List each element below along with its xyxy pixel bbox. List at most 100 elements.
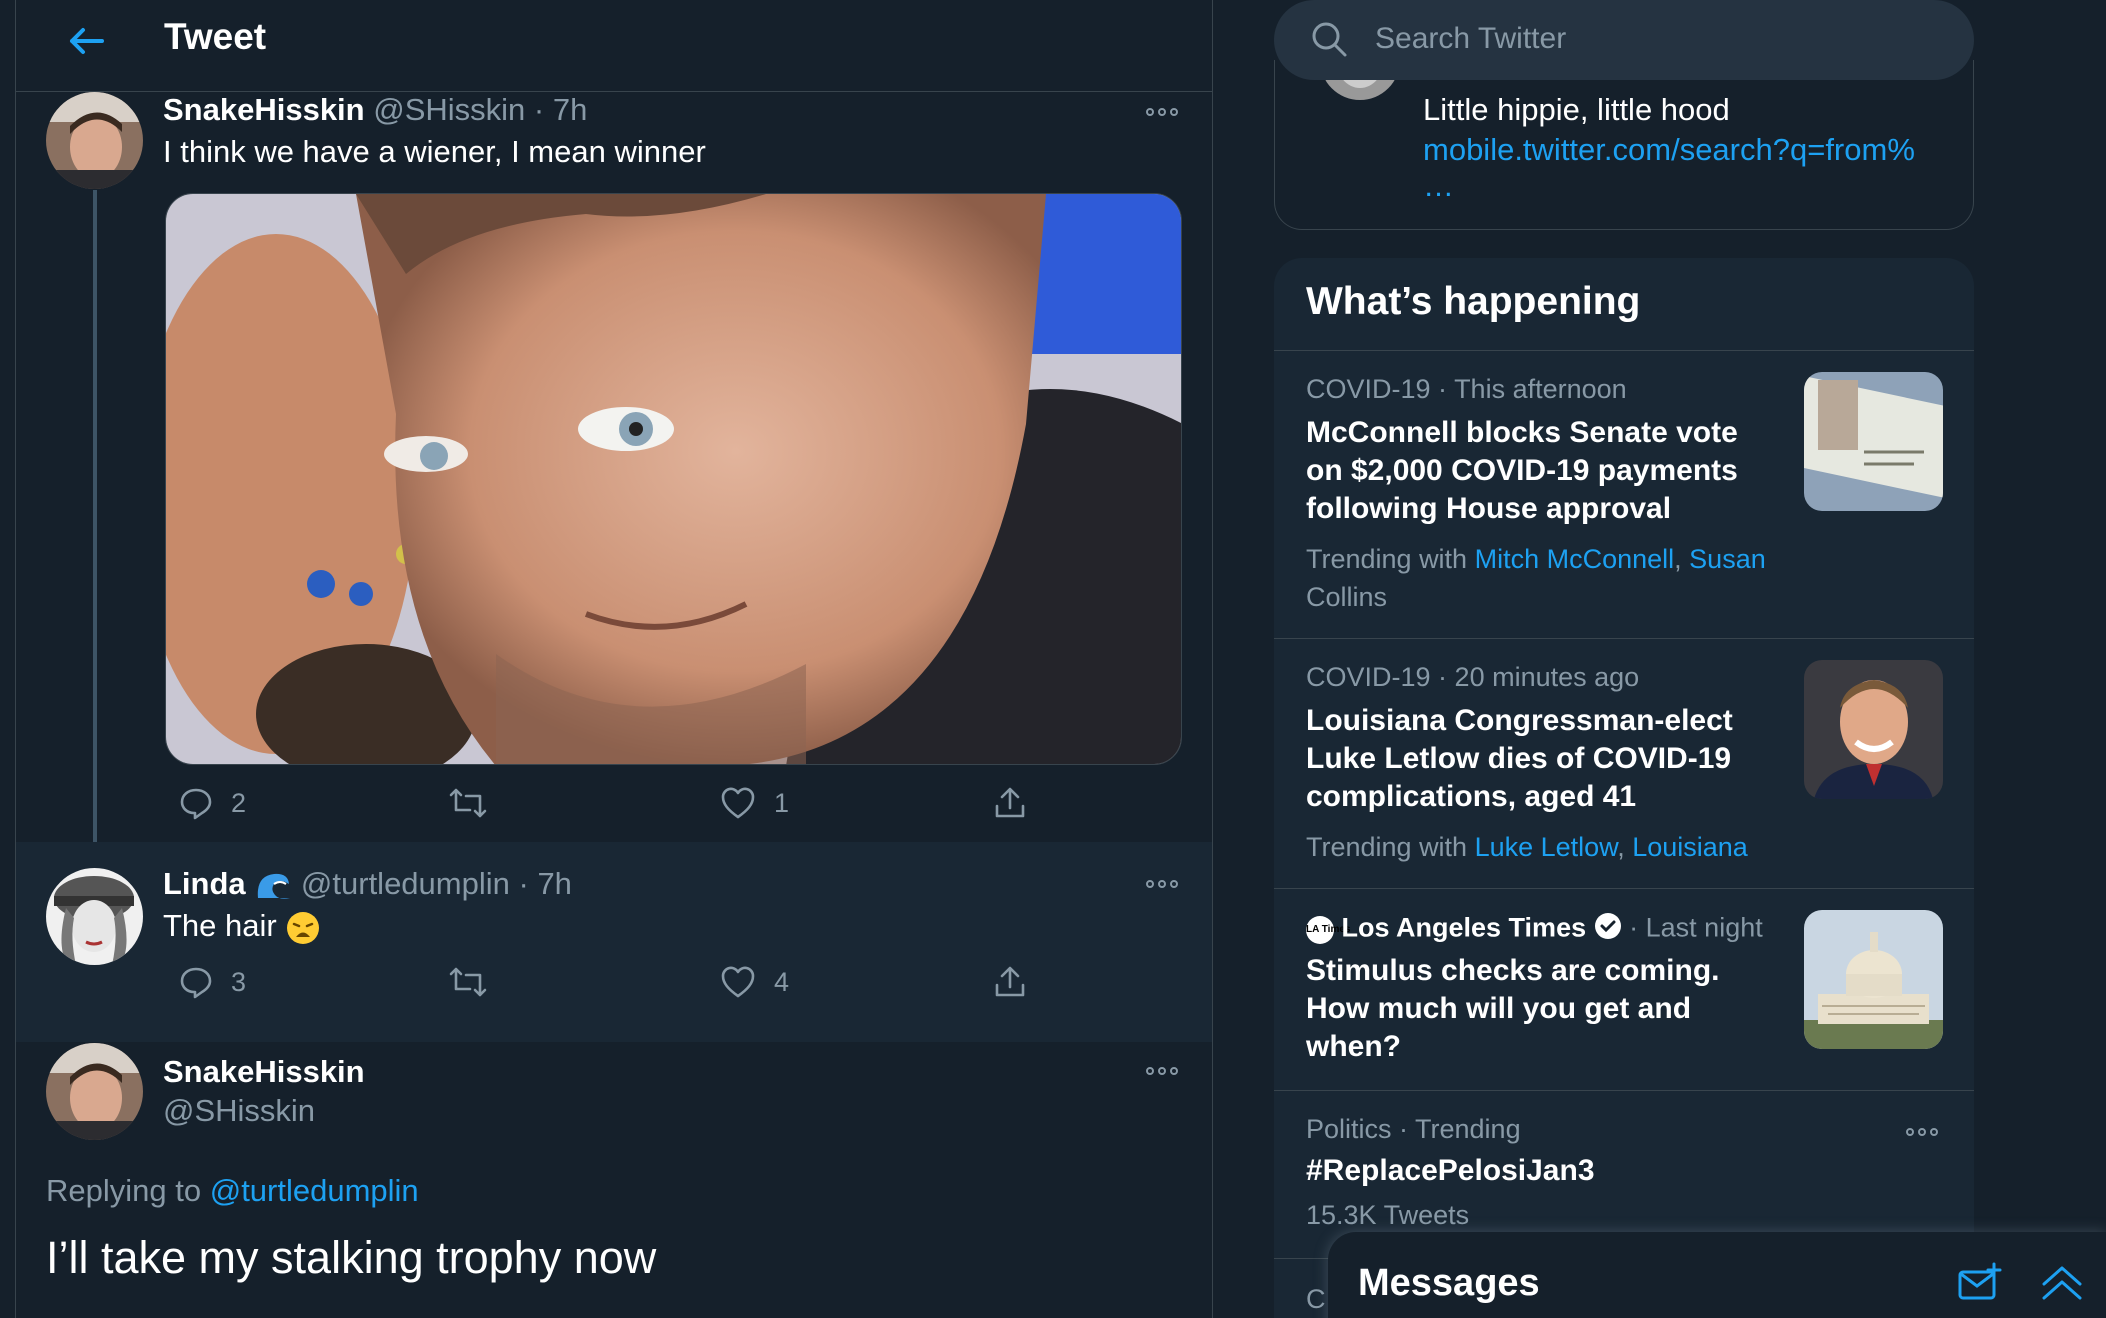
avatar[interactable] xyxy=(46,92,143,189)
card-text: Little hippie, little hood xyxy=(1423,92,1730,127)
trend-meta: COVID-19 · 20 minutes ago xyxy=(1306,662,1640,692)
reply-count: 3 xyxy=(231,966,247,997)
timestamp[interactable]: 7h xyxy=(553,92,587,127)
divider xyxy=(1274,888,1974,889)
more-icon xyxy=(1146,1067,1178,1075)
next-trend-peek: C xyxy=(1306,1284,1326,1314)
expand-messages-button[interactable] xyxy=(2040,1262,2084,1307)
source-name[interactable]: Los Angeles Times xyxy=(1342,913,1587,943)
more-button[interactable] xyxy=(1146,104,1182,120)
main-tweet-text: I’ll take my stalking trophy now xyxy=(46,1232,657,1283)
share-button[interactable] xyxy=(993,965,1027,999)
like-count: 4 xyxy=(774,966,790,997)
display-name[interactable]: Linda xyxy=(163,866,246,901)
tweet-header: Linda @turtledumplin · 7h xyxy=(163,866,572,902)
previous-card[interactable]: Little hippie, little hood mobile.twitte… xyxy=(1274,20,1974,230)
user-handle[interactable]: @SHisskin xyxy=(163,1093,315,1129)
avatar[interactable] xyxy=(46,1043,143,1140)
like-button[interactable]: 1 xyxy=(720,786,789,820)
trending-link[interactable]: Luke Letlow xyxy=(1475,832,1618,862)
verified-icon xyxy=(1594,912,1622,947)
trend-meta: LA Times Los Angeles Times · Last night xyxy=(1306,912,1763,947)
retweet-icon xyxy=(449,788,487,818)
reply-button[interactable]: 2 xyxy=(179,786,246,820)
like-button[interactable]: 4 xyxy=(720,965,789,999)
tweet-photo[interactable] xyxy=(165,193,1182,765)
trend-thumbnail[interactable] xyxy=(1804,660,1943,799)
reply-button[interactable]: 3 xyxy=(179,965,246,999)
search-box[interactable]: Search Twitter xyxy=(1274,0,1974,80)
page-title: Tweet xyxy=(164,16,267,57)
like-icon xyxy=(721,966,755,998)
back-arrow-icon xyxy=(70,28,104,54)
tweet-text: The hair xyxy=(163,908,321,946)
more-icon xyxy=(1146,880,1178,888)
weary-emoji-icon xyxy=(285,910,321,946)
divider xyxy=(1274,350,1974,351)
page-header: Tweet xyxy=(16,0,1212,92)
share-icon xyxy=(995,966,1025,997)
trending-link[interactable]: Collins xyxy=(1306,582,1387,613)
retweet-icon xyxy=(449,967,487,997)
replying-to: Replying to @turtledumplin xyxy=(46,1173,419,1209)
back-button[interactable] xyxy=(56,18,116,64)
trend-meta: Politics · Trending xyxy=(1306,1114,1521,1144)
divider xyxy=(1274,1090,1974,1091)
trend-meta: COVID-19 · This afternoon xyxy=(1306,374,1627,404)
trend-headline[interactable]: Stimulus checks are coming. How much wil… xyxy=(1306,952,1719,1066)
trend-thumbnail[interactable] xyxy=(1804,372,1943,511)
card-link[interactable]: mobile.twitter.com/search?q=from% xyxy=(1423,132,1915,168)
user-handle[interactable]: @turtledumplin xyxy=(301,866,510,901)
whats-happening-panel: What’s happening COVID-19 · This afterno… xyxy=(1274,258,1974,1318)
tweet-count: 15.3K Tweets xyxy=(1306,1200,1470,1230)
replying-prefix: Replying to xyxy=(46,1173,202,1208)
more-icon xyxy=(1906,1128,1938,1136)
new-message-button[interactable] xyxy=(1958,1262,2002,1307)
chevron-up-icon xyxy=(2042,1266,2082,1300)
more-button[interactable] xyxy=(1146,876,1182,892)
timestamp[interactable]: 7h xyxy=(537,866,571,901)
trending-link[interactable]: Mitch McConnell xyxy=(1475,544,1675,574)
card-link-ellipsis[interactable]: … xyxy=(1423,168,1454,204)
user-handle[interactable]: @SHisskin xyxy=(373,92,525,127)
search-input[interactable]: Search Twitter xyxy=(1375,22,1566,56)
trending-with: Trending with Luke Letlow, Louisiana xyxy=(1306,832,1748,862)
display-name[interactable]: SnakeHisskin xyxy=(163,1054,365,1090)
trend-headline[interactable]: McConnell blocks Senate vote on $2,000 C… xyxy=(1306,414,1738,528)
trend-hashtag[interactable]: #ReplacePelosiJan3 xyxy=(1306,1152,1595,1190)
more-button[interactable] xyxy=(1146,1063,1182,1079)
display-name[interactable]: SnakeHisskin xyxy=(163,92,365,127)
tweet-text: I think we have a wiener, I mean winner xyxy=(163,134,706,169)
tweet-header: SnakeHisskin @SHisskin · 7h xyxy=(163,92,587,128)
trending-link[interactable]: Susan xyxy=(1689,544,1766,574)
search-icon xyxy=(1312,22,1347,57)
like-count: 1 xyxy=(774,787,790,818)
reply-icon xyxy=(180,788,212,820)
trend-thumbnail[interactable] xyxy=(1804,910,1943,1049)
divider xyxy=(1274,638,1974,639)
messages-title: Messages xyxy=(1358,1262,1540,1304)
replying-to-link[interactable]: @turtledumplin xyxy=(210,1173,419,1208)
reply-icon xyxy=(180,967,212,999)
trending-with: Trending with Mitch McConnell, Susan xyxy=(1306,544,1766,574)
more-icon xyxy=(1146,108,1178,116)
trend-headline[interactable]: Louisiana Congressman-elect Luke Letlow … xyxy=(1306,702,1733,816)
tweet-text-content: The hair xyxy=(163,908,277,943)
panel-title: What’s happening xyxy=(1306,280,1641,323)
share-icon xyxy=(995,787,1025,818)
retweet-button[interactable] xyxy=(448,965,488,999)
avatar[interactable] xyxy=(46,868,143,965)
reply-count: 2 xyxy=(231,787,247,818)
separator: · xyxy=(525,92,553,127)
messages-drawer[interactable]: Messages xyxy=(1328,1232,2106,1318)
main-timeline-column: Tweet SnakeHisskin @SHisskin · 7h I thin… xyxy=(15,0,1213,1318)
new-message-icon xyxy=(1958,1262,2002,1300)
thread-line xyxy=(93,190,97,855)
share-button[interactable] xyxy=(993,786,1027,820)
wave-emoji-icon xyxy=(254,870,292,902)
more-button[interactable] xyxy=(1906,1124,1942,1140)
retweet-button[interactable] xyxy=(448,786,488,820)
source-logo: LA Times xyxy=(1306,915,1350,944)
separator: · xyxy=(509,866,538,901)
trending-link[interactable]: Louisiana xyxy=(1632,832,1748,862)
